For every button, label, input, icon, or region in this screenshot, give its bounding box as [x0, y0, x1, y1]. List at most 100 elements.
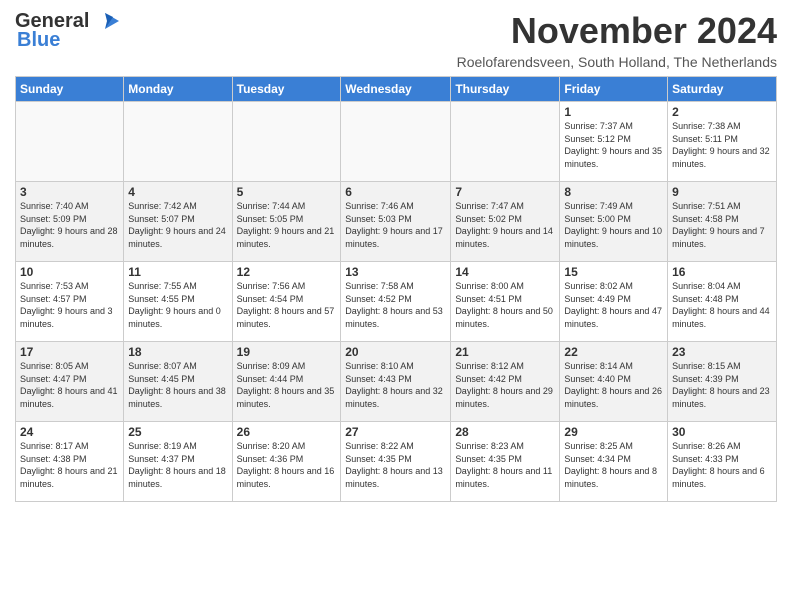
day-info-line: Sunset: 4:52 PM [345, 294, 412, 304]
day-info-line: Sunset: 4:35 PM [455, 454, 522, 464]
table-row: 26Sunrise: 8:20 AMSunset: 4:36 PMDayligh… [232, 422, 341, 502]
day-number: 12 [237, 265, 337, 279]
day-info-line: Daylight: 8 hours and 11 minutes. [455, 466, 552, 489]
day-info-line: Sunrise: 8:15 AM [672, 361, 741, 371]
day-info-line: Sunrise: 7:44 AM [237, 201, 306, 211]
day-info: Sunrise: 7:53 AMSunset: 4:57 PMDaylight:… [20, 280, 119, 330]
day-info-line: Sunrise: 8:05 AM [20, 361, 89, 371]
day-number: 27 [345, 425, 446, 439]
day-number: 1 [564, 105, 663, 119]
day-info: Sunrise: 8:14 AMSunset: 4:40 PMDaylight:… [564, 360, 663, 410]
day-info: Sunrise: 8:05 AM Sunset: 4:47 PM Daylight:… [20, 360, 119, 410]
day-info: Sunrise: 8:17 AM Sunset: 4:38 PM Daylight:… [20, 440, 119, 490]
day-info-line: Sunrise: 8:12 AM [455, 361, 524, 371]
table-row: 22Sunrise: 8:14 AMSunset: 4:40 PMDayligh… [560, 342, 668, 422]
day-info-line: Sunrise: 8:23 AM [455, 441, 524, 451]
day-info: Sunrise: 7:47 AMSunset: 5:02 PMDaylight:… [455, 200, 555, 250]
day-number: 30 [672, 425, 772, 439]
day-info-line: Sunset: 4:40 PM [564, 374, 631, 384]
day-number: 15 [564, 265, 663, 279]
header: General Blue November 2024 Roelofarendsv… [15, 10, 777, 70]
col-friday: Friday [560, 77, 668, 102]
day-info-line: Sunrise: 8:22 AM [345, 441, 414, 451]
table-row: 11Sunrise: 7:55 AMSunset: 4:55 PMDayligh… [124, 262, 232, 342]
table-row: 21Sunrise: 8:12 AMSunset: 4:42 PMDayligh… [451, 342, 560, 422]
day-info-line: Sunrise: 8:17 AM [20, 441, 89, 451]
day-info: Sunrise: 8:07 AMSunset: 4:45 PMDaylight:… [128, 360, 227, 410]
day-info-line: Sunset: 4:36 PM [237, 454, 304, 464]
table-row: 27Sunrise: 8:22 AMSunset: 4:35 PMDayligh… [341, 422, 451, 502]
day-info-line: Sunrise: 8:07 AM [128, 361, 197, 371]
day-info: Sunrise: 8:15 AMSunset: 4:39 PMDaylight:… [672, 360, 772, 410]
day-info-line: Daylight: 9 hours and 10 minutes. [564, 226, 662, 249]
day-info: Sunrise: 7:58 AMSunset: 4:52 PMDaylight:… [345, 280, 446, 330]
day-info-line: Sunrise: 8:09 AM [237, 361, 306, 371]
day-number: 17 [20, 345, 119, 359]
logo: General Blue [15, 10, 119, 52]
day-info-line: Sunset: 4:47 PM [20, 374, 87, 384]
day-info: Sunrise: 7:46 AMSunset: 5:03 PMDaylight:… [345, 200, 446, 250]
table-row: 30Sunrise: 8:26 AMSunset: 4:33 PMDayligh… [668, 422, 777, 502]
table-row: 5Sunrise: 7:44 AMSunset: 5:05 PMDaylight… [232, 182, 341, 262]
day-info-line: Sunset: 4:43 PM [345, 374, 412, 384]
month-title: November 2024 [457, 10, 777, 52]
day-number: 4 [128, 185, 227, 199]
day-info-line: Daylight: 8 hours and 44 minutes. [672, 306, 770, 329]
day-info-line: Sunrise: 8:10 AM [345, 361, 414, 371]
day-info-line: Sunset: 4:38 PM [20, 454, 87, 464]
day-info-line: Daylight: 8 hours and 8 minutes. [564, 466, 657, 489]
day-number: 8 [564, 185, 663, 199]
table-row: 7Sunrise: 7:47 AMSunset: 5:02 PMDaylight… [451, 182, 560, 262]
day-info-line: Sunset: 4:42 PM [455, 374, 522, 384]
day-info: Sunrise: 7:40 AMSunset: 5:09 PMDaylight:… [20, 200, 119, 250]
day-info-line: Sunrise: 7:51 AM [672, 201, 741, 211]
day-info-line: Sunset: 4:34 PM [564, 454, 631, 464]
day-number: 28 [455, 425, 555, 439]
day-info: Sunrise: 7:55 AMSunset: 4:55 PMDaylight:… [128, 280, 227, 330]
day-number: 24 [20, 425, 119, 439]
day-info-line: Sunrise: 7:46 AM [345, 201, 414, 211]
day-info-line: Sunset: 4:57 PM [20, 294, 87, 304]
day-info-line: Sunrise: 8:20 AM [237, 441, 306, 451]
day-info: Sunrise: 7:56 AMSunset: 4:54 PMDaylight:… [237, 280, 337, 330]
day-info-line: Sunset: 5:07 PM [128, 214, 195, 224]
table-row: 20Sunrise: 8:10 AMSunset: 4:43 PMDayligh… [341, 342, 451, 422]
day-info-line: Daylight: 8 hours and 32 minutes. [345, 386, 443, 409]
table-row: 4Sunrise: 7:42 AMSunset: 5:07 PMDaylight… [124, 182, 232, 262]
day-number: 19 [237, 345, 337, 359]
calendar-header-row: Sunday Monday Tuesday Wednesday Thursday… [16, 77, 777, 102]
day-number: 3 [20, 185, 119, 199]
day-info-line: Daylight: 9 hours and 21 minutes. [237, 226, 335, 249]
table-row [341, 102, 451, 182]
col-thursday: Thursday [451, 77, 560, 102]
day-info: Sunrise: 8:09 AMSunset: 4:44 PMDaylight:… [237, 360, 337, 410]
day-info-line: Daylight: 9 hours and 3 minutes. [20, 306, 113, 329]
day-info: Sunrise: 8:26 AMSunset: 4:33 PMDaylight:… [672, 440, 772, 490]
day-info-line: Daylight: 8 hours and 50 minutes. [455, 306, 553, 329]
day-info: Sunrise: 8:04 AM Sunset: 4:48 PM Daylight:… [672, 280, 772, 330]
day-info-line: Sunset: 5:05 PM [237, 214, 304, 224]
day-number: 16 [672, 265, 772, 279]
day-info-line: Sunrise: 8:04 AM [672, 281, 741, 291]
day-info-line: Sunrise: 7:58 AM [345, 281, 414, 291]
day-info-line: Sunset: 4:48 PM [672, 294, 739, 304]
day-number: 29 [564, 425, 663, 439]
day-info-line: Daylight: 8 hours and 41 minutes. [20, 386, 118, 409]
table-row: 16 Sunrise: 8:04 AM Sunset: 4:48 PM Dayligh… [668, 262, 777, 342]
day-info-line: Sunset: 4:37 PM [128, 454, 195, 464]
day-info-line: Sunset: 5:09 PM [20, 214, 87, 224]
col-wednesday: Wednesday [341, 77, 451, 102]
calendar-week-row: 24 Sunrise: 8:17 AM Sunset: 4:38 PM Dayligh… [16, 422, 777, 502]
day-number: 13 [345, 265, 446, 279]
day-info: Sunrise: 8:02 AMSunset: 4:49 PMDaylight:… [564, 280, 663, 330]
day-info-line: Daylight: 9 hours and 7 minutes. [672, 226, 765, 249]
day-info-line: Sunrise: 7:55 AM [128, 281, 197, 291]
day-info: Sunrise: 7:37 AMSunset: 5:12 PMDaylight:… [564, 120, 663, 170]
day-info-line: Sunset: 4:49 PM [564, 294, 631, 304]
day-info-line: Daylight: 8 hours and 57 minutes. [237, 306, 335, 329]
day-number: 22 [564, 345, 663, 359]
day-info-line: Daylight: 8 hours and 21 minutes. [20, 466, 118, 489]
day-number: 18 [128, 345, 227, 359]
day-info-line: Sunrise: 7:47 AM [455, 201, 524, 211]
day-info: Sunrise: 7:51 AMSunset: 4:58 PMDaylight:… [672, 200, 772, 250]
